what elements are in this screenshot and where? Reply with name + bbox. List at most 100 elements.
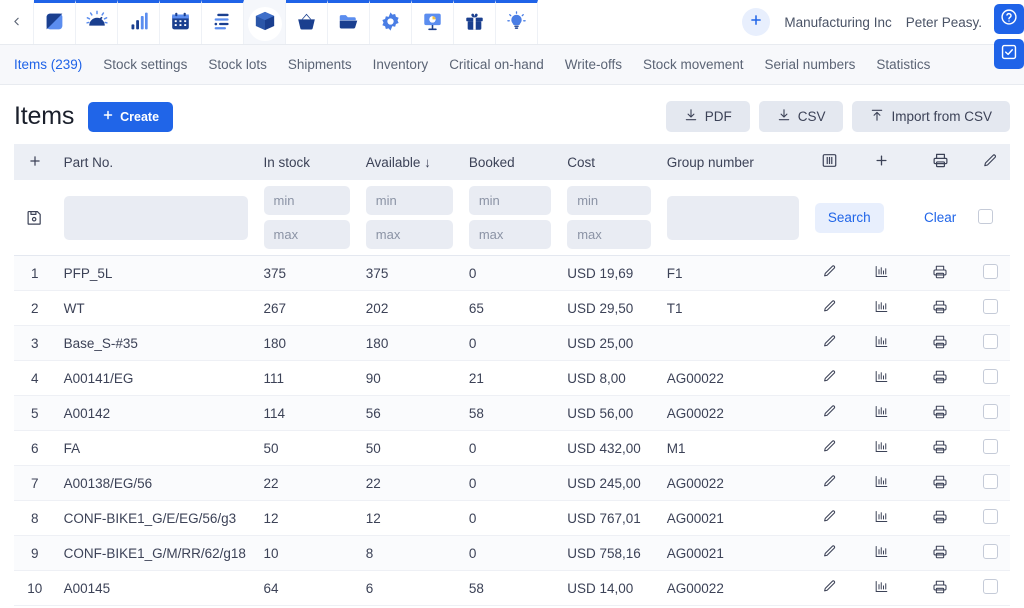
row-print-button[interactable] — [910, 570, 971, 606]
row-print-button[interactable] — [910, 465, 971, 501]
header-add-column[interactable] — [852, 144, 910, 180]
row-part-no[interactable]: Base_S-#35 — [55, 325, 256, 361]
row-part-no[interactable]: A00142 — [55, 395, 256, 431]
row-edit-button[interactable] — [806, 395, 853, 431]
header-edit-all[interactable] — [970, 144, 1010, 180]
header-booked[interactable]: Booked — [460, 144, 560, 180]
row-checkbox[interactable] — [982, 544, 998, 559]
export-csv-button[interactable]: CSV — [758, 101, 844, 132]
tab-statistics[interactable]: Statistics — [876, 57, 930, 72]
row-print-button[interactable] — [910, 255, 971, 291]
filter-available-max[interactable] — [365, 220, 453, 249]
row-print-button[interactable] — [910, 430, 971, 466]
row-edit-button[interactable] — [806, 430, 853, 466]
search-button[interactable]: Search — [814, 202, 884, 233]
tab-inventory[interactable]: Inventory — [373, 57, 429, 72]
tab-shipments[interactable]: Shipments — [288, 57, 352, 72]
help-button[interactable] — [994, 4, 1024, 34]
row-edit-button[interactable] — [806, 290, 853, 326]
tab-items[interactable]: Items (239) — [14, 57, 82, 72]
header-part-no[interactable]: Part No. — [55, 144, 256, 180]
row-print-button[interactable] — [910, 360, 971, 396]
row-stats-button[interactable] — [852, 570, 910, 606]
user-name[interactable]: Peter Peasy. — [906, 15, 982, 30]
nav-icon-purchases[interactable] — [286, 0, 328, 44]
row-checkbox[interactable] — [982, 509, 998, 524]
header-print-all[interactable] — [910, 144, 971, 180]
row-part-no[interactable]: A00141/EG — [55, 360, 256, 396]
quick-add-button[interactable] — [742, 8, 771, 36]
row-checkbox[interactable] — [982, 474, 998, 489]
nav-icon-reports[interactable] — [118, 0, 160, 44]
table-row[interactable]: 6 FA 50 50 0 USD 432,00 M1 — [14, 430, 1010, 466]
nav-icon-gifts[interactable] — [454, 0, 496, 44]
save-filter-cell[interactable] — [14, 180, 56, 256]
tab-stock-settings[interactable]: Stock settings — [103, 57, 187, 72]
tab-critical-on-hand[interactable]: Critical on-hand — [449, 57, 544, 72]
row-part-no[interactable]: PFP_5L — [55, 255, 256, 291]
filter-booked-max[interactable] — [468, 220, 552, 249]
nav-icon-settings[interactable] — [370, 0, 412, 44]
tab-serial-numbers[interactable]: Serial numbers — [765, 57, 856, 72]
filter-cost-max[interactable] — [567, 220, 651, 249]
nav-icon-documents[interactable] — [328, 0, 370, 44]
tab-write-offs[interactable]: Write-offs — [565, 57, 622, 72]
row-edit-button[interactable] — [806, 465, 853, 501]
import-csv-button[interactable]: Import from CSV — [852, 101, 1010, 132]
row-checkbox[interactable] — [982, 439, 998, 454]
row-part-no[interactable]: A00145 — [55, 570, 256, 606]
table-row[interactable]: 9 CONF-BIKE1_G/M/RR/62/g18 10 8 0 USD 758,16 A… — [14, 535, 1010, 571]
header-available[interactable]: Available ↓ — [357, 144, 461, 180]
row-checkbox[interactable] — [982, 579, 998, 594]
filter-booked-min[interactable] — [468, 186, 552, 215]
row-print-button[interactable] — [910, 325, 971, 361]
row-edit-button[interactable] — [806, 255, 853, 291]
create-button[interactable]: Create — [88, 101, 174, 132]
header-add-row[interactable] — [14, 144, 56, 180]
table-row[interactable]: 2 WT 267 202 65 USD 29,50 T1 — [14, 290, 1010, 326]
row-checkbox[interactable] — [982, 334, 998, 349]
row-stats-button[interactable] — [852, 500, 910, 536]
nav-icon-dashboard-gauge[interactable] — [76, 0, 118, 44]
row-part-no[interactable]: FA — [55, 430, 256, 466]
row-edit-button[interactable] — [806, 500, 853, 536]
row-edit-button[interactable] — [806, 360, 853, 396]
clear-filters-button[interactable]: Clear — [918, 209, 962, 226]
row-stats-button[interactable] — [852, 535, 910, 571]
table-row[interactable]: 5 A00142 114 56 58 USD 56,00 AG00022 — [14, 395, 1010, 431]
filter-cost-min[interactable] — [567, 186, 651, 215]
row-print-button[interactable] — [910, 290, 971, 326]
header-in-stock[interactable]: In stock — [255, 144, 358, 180]
row-stats-button[interactable] — [852, 465, 910, 501]
back-button[interactable] — [0, 0, 34, 44]
nav-icon-tasks[interactable] — [202, 0, 244, 44]
row-stats-button[interactable] — [852, 360, 910, 396]
select-all-checkbox[interactable] — [978, 208, 994, 224]
row-checkbox[interactable] — [982, 404, 998, 419]
table-row[interactable]: 10 A00145 64 6 58 USD 14,00 AG00022 — [14, 570, 1010, 606]
row-edit-button[interactable] — [806, 535, 853, 571]
header-cost[interactable]: Cost — [559, 144, 659, 180]
export-pdf-button[interactable]: PDF — [665, 101, 750, 132]
table-row[interactable]: 3 Base_S-#35 180 180 0 USD 25,00 — [14, 325, 1010, 361]
row-print-button[interactable] — [910, 535, 971, 571]
filter-part-no-input[interactable] — [63, 195, 248, 240]
row-part-no[interactable]: WT — [55, 290, 256, 326]
row-checkbox[interactable] — [982, 264, 998, 279]
row-part-no[interactable]: A00138/EG/56 — [55, 465, 256, 501]
filter-group-input[interactable] — [666, 195, 799, 240]
row-stats-button[interactable] — [852, 395, 910, 431]
row-edit-button[interactable] — [806, 325, 853, 361]
row-checkbox[interactable] — [982, 299, 998, 314]
filter-in-stock-min[interactable] — [263, 186, 350, 215]
header-columns-config[interactable] — [806, 144, 853, 180]
nav-icon-analytics[interactable] — [412, 0, 454, 44]
nav-icon-ideas[interactable] — [496, 0, 538, 44]
row-stats-button[interactable] — [852, 325, 910, 361]
table-row[interactable]: 8 CONF-BIKE1_G/E/EG/56/g3 12 12 0 USD 767,01 A… — [14, 500, 1010, 536]
row-stats-button[interactable] — [852, 255, 910, 291]
row-part-no[interactable]: CONF-BIKE1_G/M/RR/62/g18 — [55, 535, 256, 571]
table-row[interactable]: 1 PFP_5L 375 375 0 USD 19,69 F1 — [14, 255, 1010, 291]
tab-stock-lots[interactable]: Stock lots — [208, 57, 267, 72]
tasks-toggle-button[interactable] — [994, 39, 1024, 69]
